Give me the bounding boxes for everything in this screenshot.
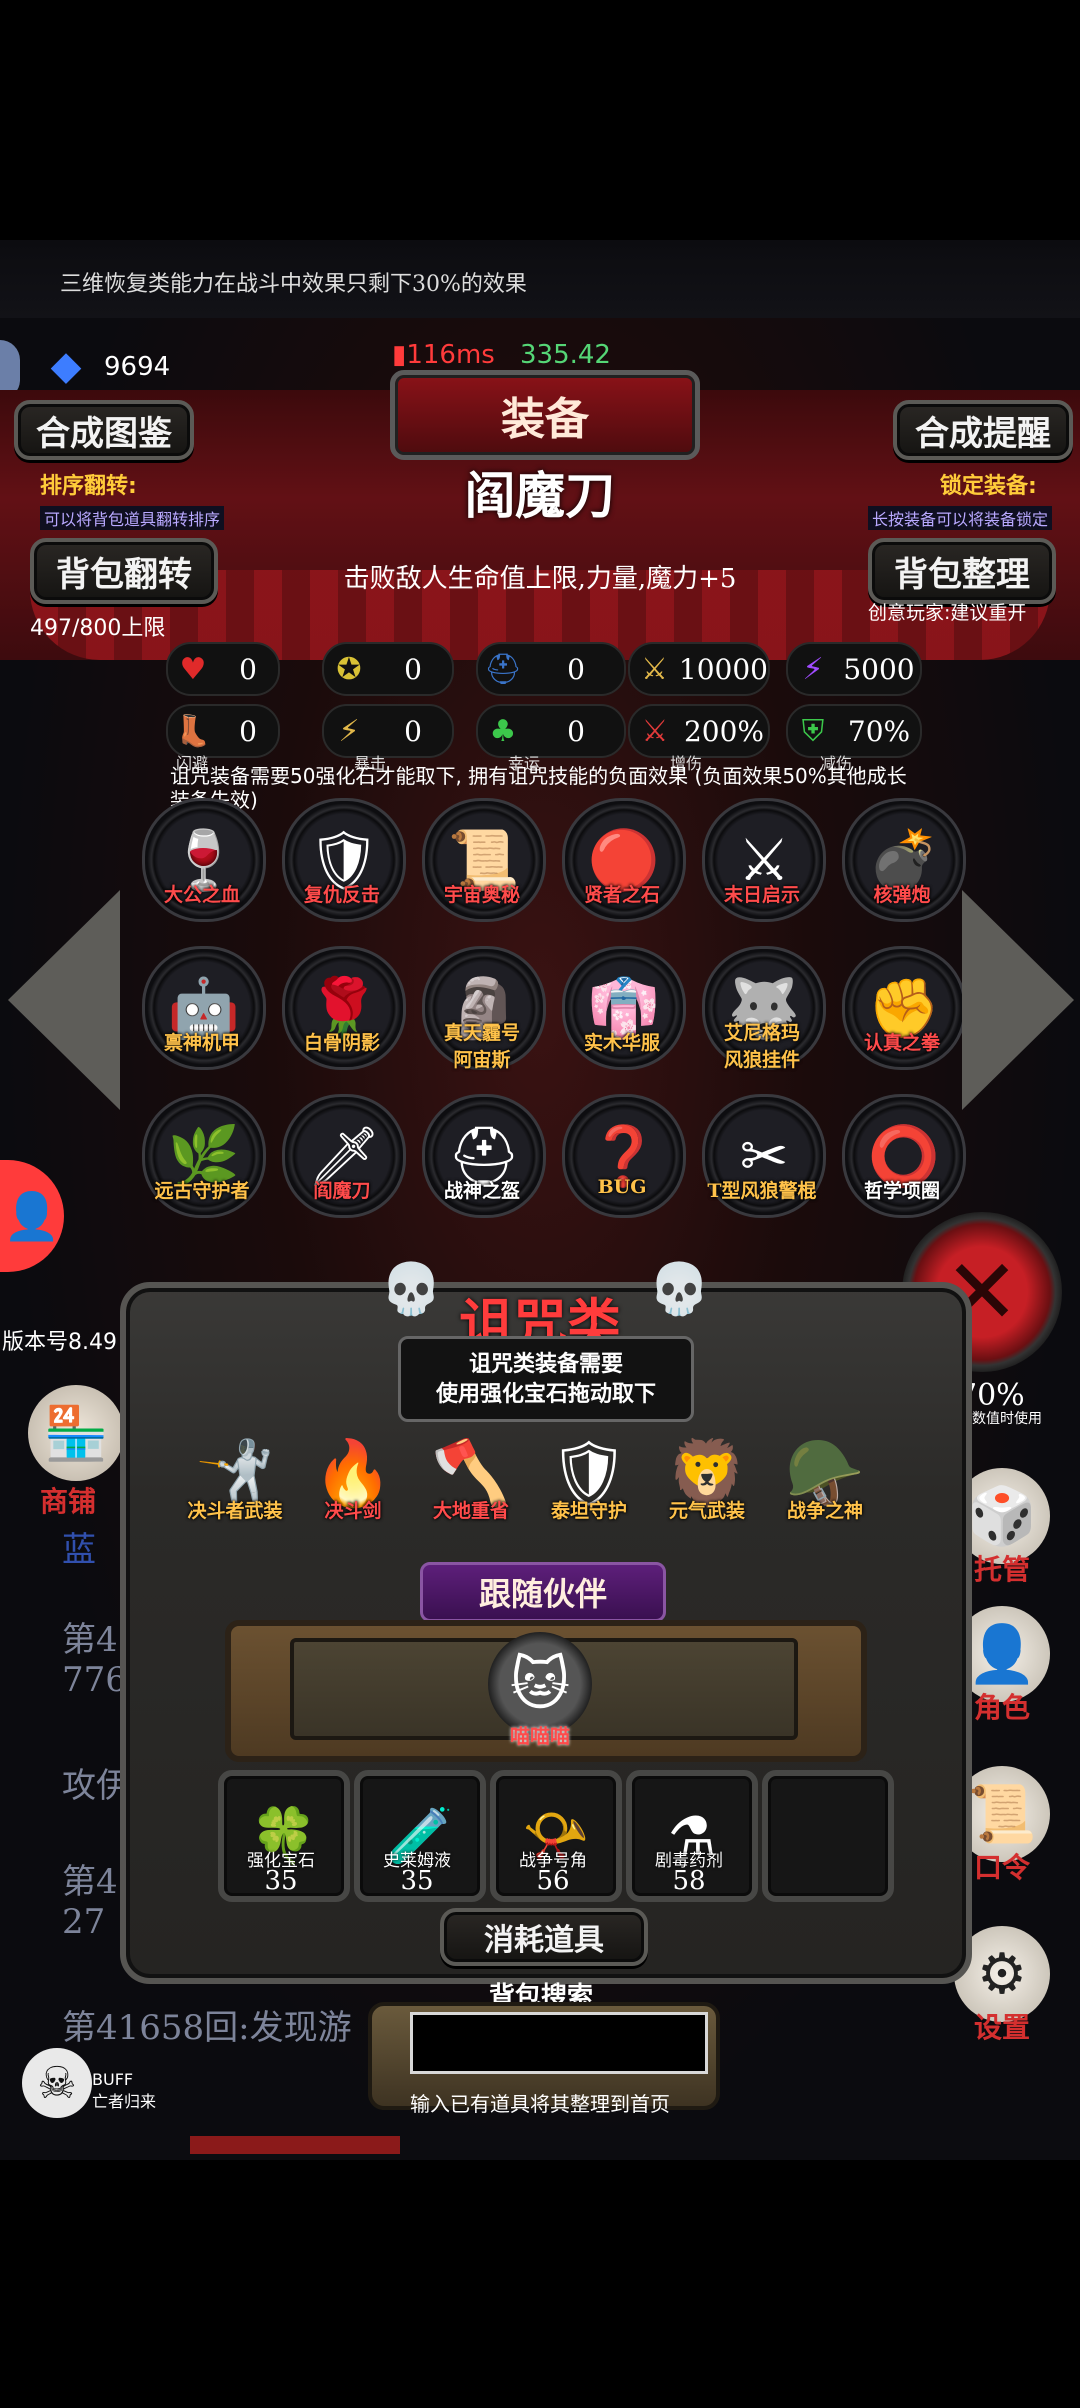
equipment-label: 末日启示 bbox=[723, 884, 800, 906]
log-line-6: 第41658回:发现游 bbox=[62, 2008, 352, 2048]
skeleton-left-icon: 💀 bbox=[380, 1260, 443, 1318]
prev-page-arrow-icon[interactable] bbox=[8, 890, 120, 1110]
curse-note-line-2: 使用强化宝石拖动取下 bbox=[435, 1381, 656, 1407]
next-page-arrow-icon[interactable] bbox=[962, 890, 1074, 1110]
stat-strength: ✪ 0 bbox=[322, 642, 454, 696]
consumable-count: 35 bbox=[400, 1866, 434, 1896]
equipment-slot[interactable]: ❓ bbox=[562, 1094, 686, 1218]
crit-slash-icon: ⚡ bbox=[338, 713, 360, 749]
curse-item-label: 战争之神 bbox=[786, 1500, 863, 1522]
companion-name: 喵喵喵 bbox=[510, 1724, 570, 1748]
stat-crit-value: 0 bbox=[404, 714, 422, 748]
equipment-grid: 🍷 大公之血 🛡 复仇反击 📜 宇宙奥秘 🔴 贤者之石 ⚔ 末日启示 💣 核弹炮 🤖 禀神机甲 🌹 白骨阴影 🗿… bbox=[120, 798, 966, 1278]
search-hint: 输入已有道具将其整理到首页 bbox=[410, 2092, 670, 2116]
stat-luck: ♣ 0 bbox=[476, 704, 626, 758]
bag-capacity: 497/800上限 bbox=[30, 616, 166, 641]
stat-strength-value: 0 bbox=[404, 652, 422, 686]
progress-red-bar bbox=[190, 2136, 400, 2154]
stat-dodge-value: 0 bbox=[239, 714, 257, 748]
equipment-label: 宇宙奥秘 bbox=[443, 884, 520, 906]
selected-item-name: 阎魔刀 bbox=[465, 466, 615, 525]
equipment-label: 阎魔刀 bbox=[313, 1180, 371, 1202]
ping-text: ▮116ms bbox=[392, 340, 495, 370]
buff-label: BUFF bbox=[92, 2070, 134, 2089]
clover-icon: ♣ bbox=[489, 713, 517, 749]
equipment-label: 贤者之石 bbox=[583, 884, 660, 906]
log-line-5: 27 bbox=[62, 1902, 106, 1942]
shop-label[interactable]: 商铺 bbox=[40, 1480, 96, 1520]
lightning-icon: ⚡ bbox=[802, 651, 824, 687]
equipment-label: 实木华服 bbox=[583, 1032, 660, 1054]
equipment-label: 哲学项圈 bbox=[863, 1180, 940, 1202]
log-line-2: 776 bbox=[62, 1660, 127, 1700]
curse-note: 诅咒类装备需要 使用强化宝石拖动取下 bbox=[398, 1336, 694, 1422]
stat-magic: ⚡ 5000 bbox=[786, 642, 922, 696]
consumables-title: 消耗道具 bbox=[440, 1908, 648, 1966]
equipment-label: 真天霾号 阿宙斯 bbox=[443, 1022, 520, 1071]
consumable-count: 58 bbox=[672, 1866, 706, 1896]
notice-banner: 三维恢复类能力在战斗中效果只剩下30%的效果 bbox=[0, 240, 1080, 318]
search-input[interactable] bbox=[410, 2012, 708, 2074]
stat-armor-value: 0 bbox=[567, 652, 585, 686]
bottom-strip bbox=[0, 2130, 1080, 2160]
shield-icon: ⛨ bbox=[801, 713, 825, 749]
equipment-label: 核弹炮 bbox=[873, 884, 931, 906]
heart-icon: ♥ bbox=[179, 651, 207, 687]
curse-note-line-1: 诅咒类装备需要 bbox=[468, 1351, 623, 1377]
companion-title: 跟随伙伴 bbox=[420, 1562, 666, 1622]
game-screen: 三维恢复类能力在战斗中效果只剩下30%的效果 ◆ 9694 ▮116ms 335… bbox=[0, 240, 1080, 2160]
skeleton-right-icon: 💀 bbox=[648, 1260, 711, 1318]
empty-consumable-slot[interactable] bbox=[762, 1770, 894, 1902]
stat-attack-value: 10000 bbox=[678, 652, 768, 686]
tidy-hint: 创意玩家:建议重开 bbox=[868, 602, 1027, 624]
buff-sub-label: 亡者归来 bbox=[92, 2092, 157, 2111]
gem-icon: ◆ bbox=[50, 343, 82, 389]
boot-icon: 👢 bbox=[174, 713, 212, 749]
equipment-label: 复仇反击 bbox=[303, 884, 380, 906]
selected-item-desc: 击败敌人生命值上限,力量,魔力+5 bbox=[343, 564, 737, 594]
equipment-label: 大公之血 bbox=[163, 884, 240, 906]
stat-attack: ⚔ 10000 bbox=[628, 642, 770, 696]
equipment-label: 艾尼格玛 风狼挂件 bbox=[723, 1022, 800, 1071]
equipment-label: 禀神机甲 bbox=[163, 1032, 240, 1054]
stat-damage-up-value: 200% bbox=[683, 714, 765, 748]
crossed-swords-icon: ⚔ bbox=[641, 713, 669, 749]
consumable-count: 56 bbox=[536, 1866, 570, 1896]
shop-icon[interactable]: 🏪 bbox=[28, 1385, 124, 1481]
stat-crit: ⚡ 0 bbox=[322, 704, 454, 758]
gem-count: 9694 bbox=[104, 352, 171, 382]
stat-hp-value: 0 bbox=[239, 652, 257, 686]
equipment-label: BUG bbox=[597, 1176, 647, 1198]
muscle-icon: ✪ bbox=[336, 651, 362, 687]
equipment-label: 远古守护者 bbox=[154, 1180, 250, 1202]
equipment-label: 认真之拳 bbox=[863, 1032, 940, 1054]
curse-items-row: 🤺 决斗者武装 🔥 决斗剑 🪓 大地重省 🛡 泰坦守护 🦁 元气武装 🪖 战争之神 bbox=[180, 1418, 900, 1558]
notice-text: 三维恢复类能力在战斗中效果只剩下30%的效果 bbox=[60, 272, 527, 297]
synthesis-codex-button[interactable]: 合成图鉴 bbox=[14, 400, 194, 460]
equipment-label: T型风狼警棍 bbox=[707, 1180, 817, 1202]
stat-damage-down: ⛨ 70% bbox=[786, 704, 922, 758]
helmet-icon: ⛑ bbox=[483, 651, 523, 687]
equipment-label: 战神之盔 bbox=[443, 1180, 520, 1202]
stat-damage-down-value: 70% bbox=[847, 714, 911, 748]
equipment-label: 白骨阴影 bbox=[303, 1032, 380, 1054]
stat-hp: ♥ 0 bbox=[166, 642, 280, 696]
consumable-count: 35 bbox=[264, 1866, 298, 1896]
settings-label[interactable]: 设置 bbox=[952, 2006, 1052, 2046]
score-fragment: 335.42 bbox=[520, 340, 611, 370]
version-text: 版本号8.49 bbox=[2, 1330, 117, 1355]
sword-icon: ⚔ bbox=[641, 651, 668, 687]
log-blue-text: 蓝 bbox=[62, 1530, 96, 1570]
user-avatar-icon[interactable]: 👤 bbox=[0, 1160, 64, 1272]
synthesis-reminder-button[interactable]: 合成提醒 bbox=[893, 400, 1073, 460]
stat-luck-value: 0 bbox=[567, 714, 585, 748]
stat-magic-value: 5000 bbox=[843, 652, 915, 686]
stat-armor: ⛑ 0 bbox=[476, 642, 626, 696]
skull-buff-icon[interactable]: ☠ bbox=[22, 2048, 92, 2118]
page-title: 装备 bbox=[390, 370, 700, 460]
